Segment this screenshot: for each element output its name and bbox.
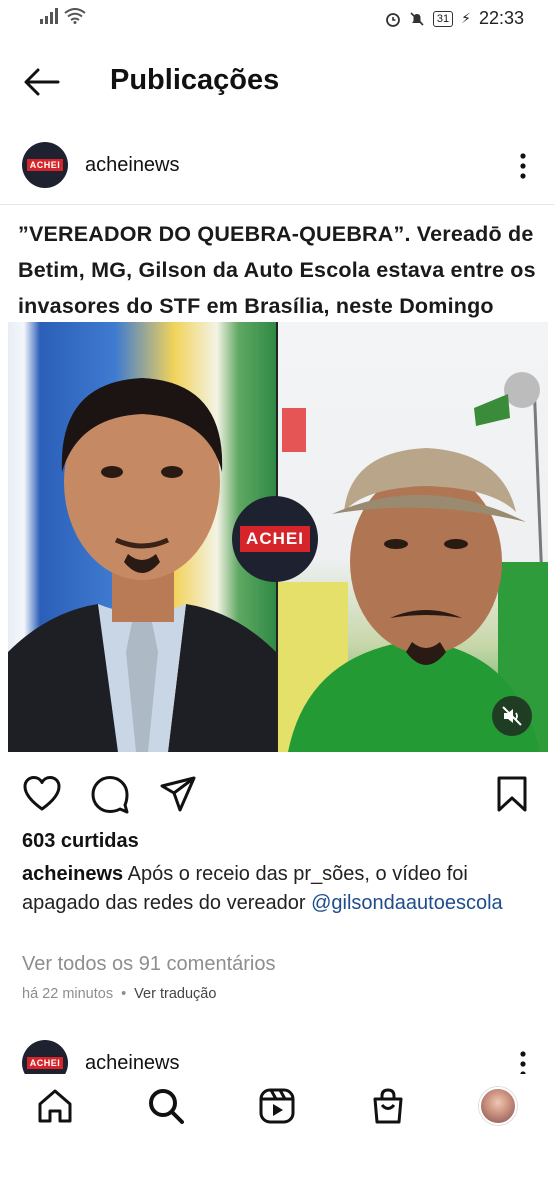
- speaker-muted-icon[interactable]: [492, 696, 532, 736]
- bell-off-icon: [410, 11, 424, 26]
- page-title: Publicações: [110, 64, 280, 96]
- arrow-left-icon[interactable]: [22, 64, 62, 100]
- heart-icon[interactable]: [22, 774, 62, 814]
- divider: [0, 204, 554, 205]
- nav-shop[interactable]: [366, 1084, 410, 1128]
- more-vertical-icon[interactable]: [518, 1050, 528, 1074]
- next-post-avatar[interactable]: ACHEI: [22, 1040, 68, 1074]
- post-actions: [0, 772, 554, 816]
- alarm-icon: [385, 12, 400, 27]
- charging-icon: ⚡: [461, 10, 471, 26]
- post-caption: acheinews Após o receio das pr_sões, o v…: [22, 860, 532, 918]
- post-media-headline: ”VEREADOR DO QUEBRA-QUEBRA”. Vereadō de…: [18, 222, 536, 318]
- wifi-icon: [64, 8, 86, 24]
- nav-profile[interactable]: [476, 1084, 520, 1128]
- avatar[interactable]: ACHEI: [22, 142, 68, 188]
- bottom-navigation: [0, 1074, 554, 1140]
- man-in-cap-illustration: [278, 372, 548, 752]
- next-post-username[interactable]: acheinews: [85, 1052, 180, 1074]
- meta-separator: •: [121, 986, 127, 1002]
- status-left: [40, 8, 86, 24]
- post-header: ACHEI acheinews: [0, 138, 554, 198]
- nav-home[interactable]: [33, 1084, 77, 1128]
- signal-icon: [40, 8, 58, 24]
- shopping-bag-icon: [373, 1088, 403, 1124]
- next-post-header: ACHEI acheinews: [0, 1040, 554, 1074]
- likes-count[interactable]: 603 curtidas: [22, 830, 139, 853]
- post-username[interactable]: acheinews: [85, 154, 180, 177]
- post-meta: há 22 minutos • Ver tradução: [22, 986, 216, 1002]
- comment-icon[interactable]: [90, 774, 130, 814]
- search-icon: [149, 1089, 184, 1124]
- speaker-muted-glyph: [502, 706, 522, 726]
- send-icon[interactable]: [158, 774, 198, 814]
- caption-username[interactable]: acheinews: [22, 863, 123, 885]
- reels-icon: [259, 1088, 295, 1124]
- profile-avatar: [479, 1087, 517, 1125]
- status-bar: 31 ⚡ 22:33: [0, 0, 554, 40]
- media-watermark-logo: ACHEI: [232, 496, 318, 582]
- see-translation-link[interactable]: Ver tradução: [134, 986, 216, 1002]
- post-media[interactable]: ”VEREADOR DO QUEBRA-QUEBRA”. Vereadō de…: [8, 206, 548, 752]
- caption-mention[interactable]: @gilsondaautoescola: [311, 892, 503, 914]
- battery-indicator: 31: [432, 10, 454, 27]
- status-right: 31 ⚡ 22:33: [385, 8, 524, 29]
- top-app-bar: Publicações: [0, 40, 554, 124]
- more-vertical-icon[interactable]: [518, 152, 528, 180]
- nav-search[interactable]: [144, 1084, 188, 1128]
- avatar-logo-text: ACHEI: [26, 159, 64, 171]
- nav-reels[interactable]: [255, 1084, 299, 1128]
- media-logo-text: ACHEI: [240, 526, 310, 552]
- home-icon: [38, 1089, 72, 1123]
- status-time: 22:33: [478, 8, 524, 28]
- post-timestamp: há 22 minutos: [22, 986, 114, 1002]
- photo-right: [278, 322, 548, 752]
- view-comments-link[interactable]: Ver todos os 91 comentários: [22, 953, 275, 976]
- next-avatar-logo-text: ACHEI: [26, 1057, 64, 1069]
- bookmark-icon[interactable]: [492, 774, 532, 814]
